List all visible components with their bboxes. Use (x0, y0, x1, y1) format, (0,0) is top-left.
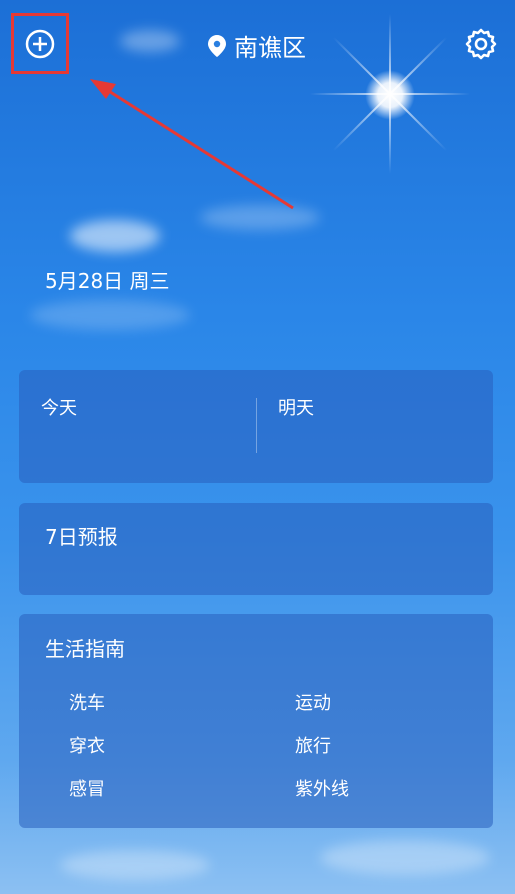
cloud (200, 205, 320, 230)
life-item-cold[interactable]: 感冒 (69, 775, 105, 801)
location-name: 南谯区 (234, 34, 306, 62)
life-guide-card: 生活指南 洗车 运动 穿衣 旅行 感冒 紫外线 (19, 614, 493, 828)
life-item-car-wash[interactable]: 洗车 (69, 689, 105, 715)
add-city-button[interactable] (11, 13, 69, 74)
life-item-clothing[interactable]: 穿衣 (69, 732, 105, 758)
cloud (30, 300, 190, 330)
plus-circle-icon (25, 29, 55, 58)
today-tomorrow-card[interactable]: 今天 明天 (19, 370, 493, 483)
cloud (60, 850, 210, 880)
location-selector[interactable]: 南谯区 (208, 28, 306, 63)
life-item-uv[interactable]: 紫外线 (295, 775, 349, 801)
divider (256, 398, 257, 453)
location-pin-icon (208, 34, 226, 57)
date-label: 5月28日 周三 (45, 269, 170, 293)
seven-day-forecast-card[interactable]: 7日预报 (19, 503, 493, 595)
tomorrow-label: 明天 (278, 398, 314, 419)
top-bar: 南谯区 (0, 0, 515, 90)
today-label: 今天 (41, 398, 77, 419)
life-item-travel[interactable]: 旅行 (295, 732, 331, 758)
life-guide-title: 生活指南 (45, 637, 125, 661)
forecast-title: 7日预报 (45, 525, 118, 549)
cloud (320, 840, 490, 875)
life-item-exercise[interactable]: 运动 (295, 689, 331, 715)
gear-icon (465, 28, 497, 60)
cloud (70, 220, 160, 252)
settings-button[interactable] (464, 27, 498, 61)
